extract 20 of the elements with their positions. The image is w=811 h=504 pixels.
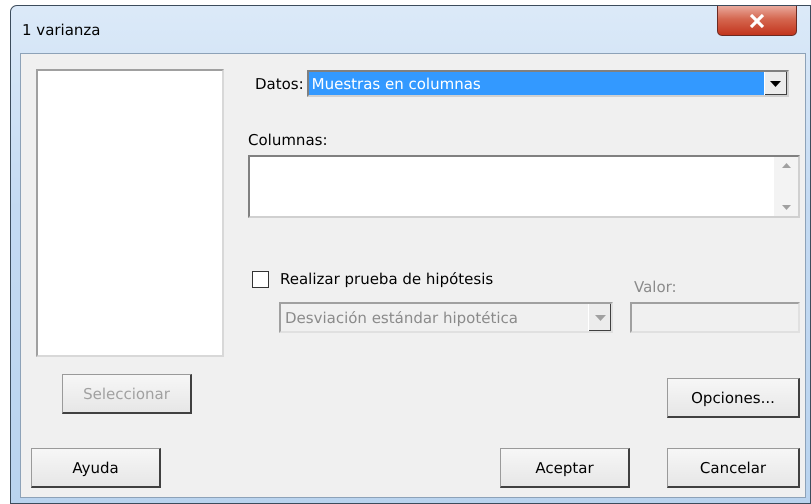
dialog-button[interactable]: Ayuda (31, 448, 161, 488)
dropdown-arrow-icon (594, 314, 606, 320)
dropdown-value: Desviación estándar hipotética (284, 308, 519, 328)
value-field[interactable] (630, 302, 800, 333)
columns-label: Columnas: (248, 131, 328, 149)
columns-field[interactable] (248, 155, 800, 218)
dialog-button[interactable]: Cancelar (667, 448, 800, 488)
data-label: Datos: (255, 74, 304, 92)
scroll-up-icon (782, 163, 790, 168)
hypothesis-label: Realizar prueba de hipótesis (280, 270, 494, 288)
dropdown-value: Muestras en columnas (308, 72, 764, 95)
window-title: 1 varianza (22, 21, 100, 39)
scroll-down-icon (782, 205, 790, 210)
dropdown-arrow-icon (770, 80, 782, 86)
close-button[interactable] (717, 6, 797, 36)
dialog-button[interactable]: Aceptar (500, 448, 630, 488)
close-icon (749, 14, 765, 28)
value-label: Valor: (634, 278, 677, 296)
options-button[interactable]: Opciones... (667, 378, 800, 418)
hypothesis-checkbox[interactable] (252, 270, 269, 288)
